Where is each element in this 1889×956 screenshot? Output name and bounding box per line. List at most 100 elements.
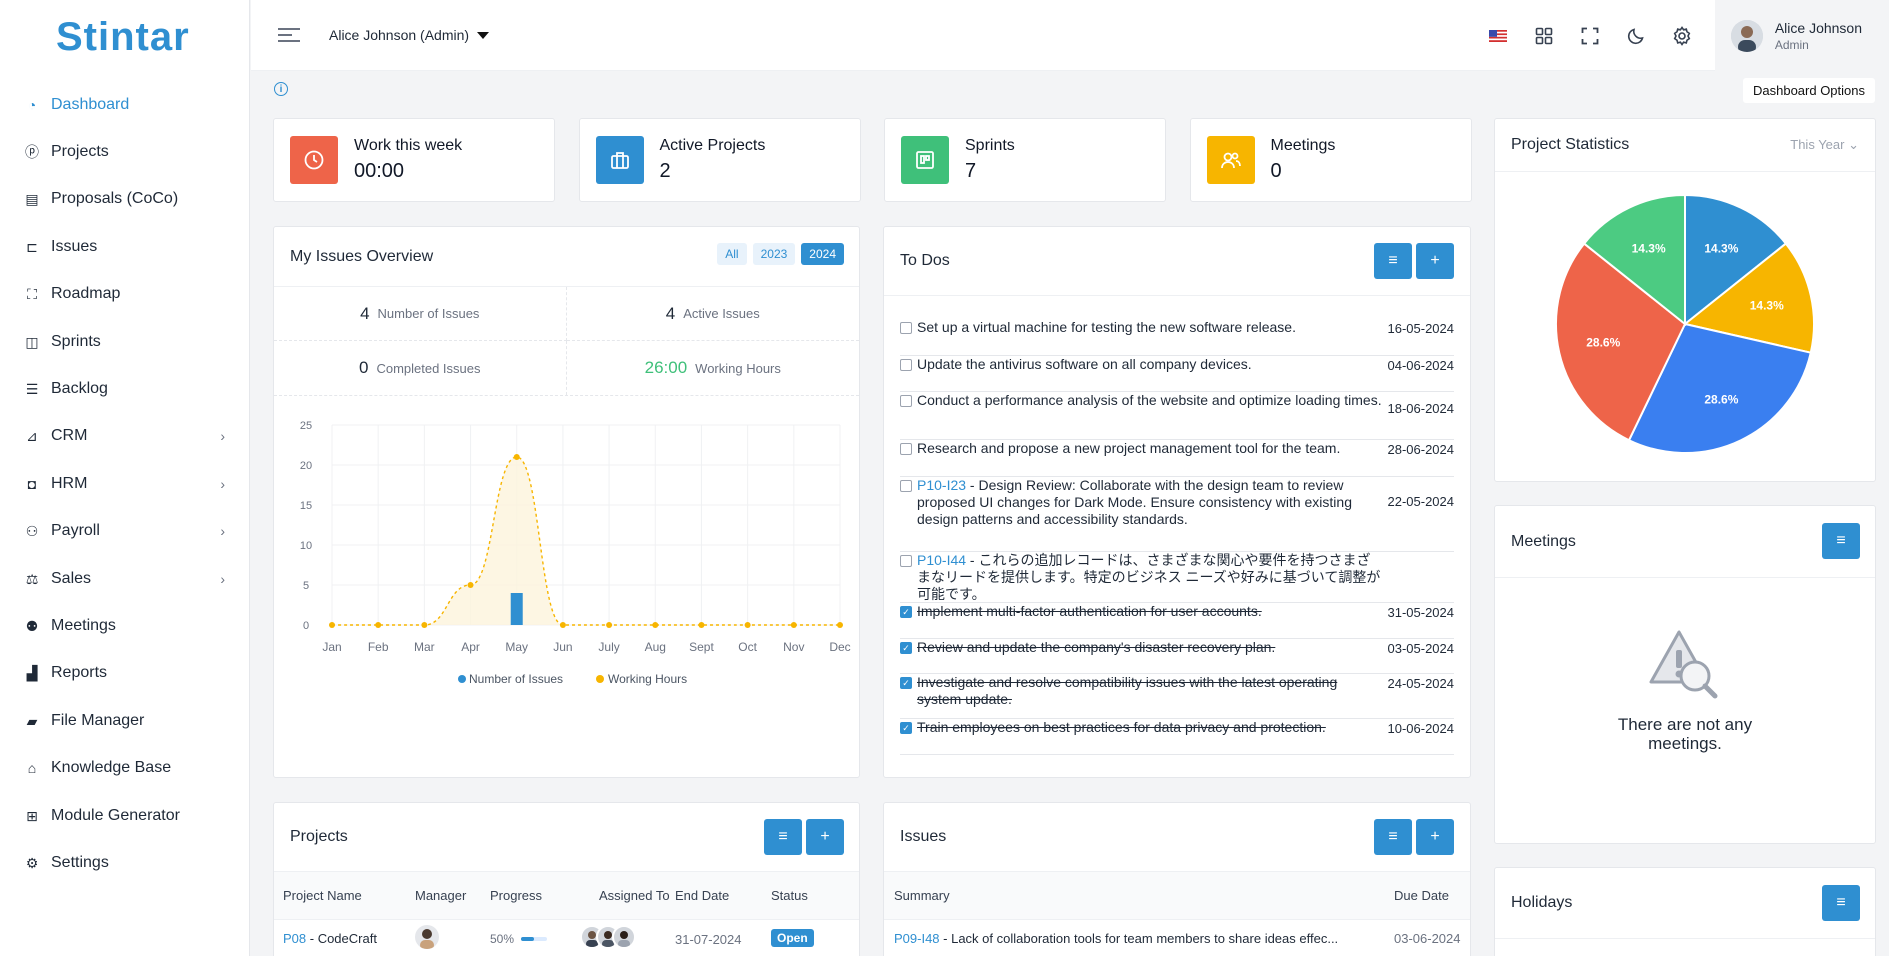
sidebar-item-payroll[interactable]: ⚇ Payroll › — [0, 508, 249, 555]
project-code-link[interactable]: P08 — [283, 931, 306, 946]
dashboard-icon: ◔ — [27, 96, 37, 113]
sidebar-item-settings[interactable]: ⚙ Settings — [0, 839, 249, 886]
year-all-button[interactable]: All — [717, 243, 747, 265]
year-2023-button[interactable]: 2023 — [752, 243, 796, 265]
todo-text: Research and propose a new project manag… — [917, 440, 1341, 456]
settings-gear-icon[interactable] — [1659, 13, 1705, 59]
todos-list-button[interactable]: ≡ — [1374, 243, 1412, 279]
project-pie-chart: 14.3% 14.3% 28.6% 28.6% 14.3% — [1555, 193, 1815, 454]
todo-date: 04-06-2024 — [1387, 358, 1455, 373]
checkbox[interactable] — [900, 359, 912, 371]
issue-code-link[interactable]: P09-I48 — [894, 931, 940, 946]
stat-label: Meetings — [1270, 137, 1336, 154]
issues-chart: 0 5 10 15 20 25 Jan Feb Mar Apr May Jun July Aug Sept O… — [300, 420, 851, 686]
todo-item[interactable]: Conduct a performance analysis of the we… — [900, 392, 1454, 440]
role-switcher[interactable]: Alice Johnson (Admin) — [329, 27, 490, 43]
checked-checkbox[interactable]: ✓ — [900, 722, 912, 734]
issues-add-button[interactable]: + — [1416, 819, 1454, 855]
todo-item[interactable]: ✓ Train employees on best practices for d… — [900, 719, 1454, 755]
projects-list-button[interactable]: ≡ — [764, 819, 802, 855]
working-hours-point — [513, 454, 520, 460]
sidebar-item-projects[interactable]: ⓟ Projects — [0, 128, 249, 175]
dark-mode-moon-icon[interactable] — [1613, 13, 1659, 59]
app-logo[interactable]: Stintar — [0, 0, 249, 75]
todo-item[interactable]: ✓ Review and update the company's disaste… — [900, 639, 1454, 674]
todo-item[interactable]: Update the antivirus software on all com… — [900, 356, 1454, 392]
checked-checkbox[interactable]: ✓ — [900, 642, 912, 654]
checked-checkbox[interactable]: ✓ — [900, 677, 912, 689]
stat-card-work-this-week[interactable]: Work this week 00:00 — [273, 118, 555, 202]
end-date: 31-07-2024 — [675, 932, 742, 947]
checkbox[interactable] — [900, 443, 912, 455]
projects-add-button[interactable]: + — [806, 819, 844, 855]
issue-code-link[interactable]: P10-I44 — [917, 552, 966, 568]
sidebar-item-label: File Manager — [51, 711, 145, 729]
todo-item[interactable]: ✓ Implement multi-factor authentication f… — [900, 603, 1454, 639]
todos-add-button[interactable]: + — [1416, 243, 1454, 279]
sidebar-item-file-manager[interactable]: ▰ File Manager — [0, 697, 249, 744]
chevron-down-icon: ⌄ — [1848, 137, 1859, 152]
todo-description: - これらの追加レコードは、さまざまな関心や要件を持つさまざまなリードを提供しま… — [917, 552, 1381, 602]
year-2024-button[interactable]: 2024 — [801, 243, 844, 265]
legend-issues-label: Number of Issues — [469, 672, 563, 686]
project-statistics-card: Project Statistics This Year ⌄ 14.3% 14.3… — [1494, 118, 1876, 482]
checkbox[interactable] — [900, 555, 912, 567]
checked-checkbox[interactable]: ✓ — [900, 606, 912, 618]
list-icon: ≡ — [1388, 828, 1398, 845]
sidebar-item-hrm[interactable]: ◘ HRM › — [0, 460, 249, 507]
sidebar-item-sprints[interactable]: ◫ Sprints — [0, 318, 249, 365]
sidebar-item-issues[interactable]: ⊏ Issues — [0, 223, 249, 270]
sidebar-item-reports[interactable]: ▟ Reports — [0, 650, 249, 697]
sidebar-item-backlog[interactable]: ☰ Backlog — [0, 365, 249, 412]
todo-item[interactable]: P10-I23 - Design Review: Collaborate wit… — [900, 477, 1454, 552]
chevron-right-icon: › — [220, 475, 225, 492]
menu-toggle-icon[interactable] — [278, 24, 300, 46]
kanban-icon — [901, 136, 949, 184]
info-icon[interactable]: i — [274, 82, 288, 96]
us-flag-icon[interactable] — [1475, 13, 1521, 59]
user-name: Alice Johnson — [1774, 19, 1862, 36]
todo-item[interactable]: ✓ Investigate and resolve compatibility i… — [900, 674, 1454, 719]
sidebar-item-crm[interactable]: ⊿ CRM › — [0, 413, 249, 460]
briefcase-icon — [595, 136, 644, 184]
period-filter[interactable]: This Year ⌄ — [1790, 137, 1859, 153]
stat-card-sprints[interactable]: Sprints 7 — [884, 118, 1166, 202]
plus-icon: + — [1430, 828, 1440, 845]
sidebar-item-module-generator[interactable]: ⊞ Module Generator — [0, 792, 249, 839]
todo-item[interactable]: P10-I44 - これらの追加レコードは、さまざまな関心や要件を持つさまざまな… — [900, 552, 1454, 603]
issue-code-link[interactable]: P10-I23 — [917, 477, 966, 493]
dashboard-options-tooltip[interactable]: Dashboard Options — [1742, 78, 1875, 103]
user-role: Admin — [1774, 37, 1809, 52]
issues-list-button[interactable]: ≡ — [1374, 819, 1412, 855]
stat-card-meetings[interactable]: Meetings 0 — [1189, 118, 1472, 202]
table-row[interactable]: P08 - CodeCraft 50% 31-07-2024 Open — [274, 920, 859, 956]
checkbox[interactable] — [900, 395, 912, 407]
sidebar-item-proposals-coco[interactable]: ▤ Proposals (CoCo) — [0, 176, 249, 223]
apps-grid-icon[interactable] — [1521, 13, 1567, 59]
working-hours-label: Working Hours — [695, 360, 781, 376]
sidebar-item-sales[interactable]: ⚖ Sales › — [0, 555, 249, 602]
todo-item[interactable]: Set up a virtual machine for testing the… — [900, 319, 1454, 356]
working-hours-point — [559, 622, 566, 628]
table-row[interactable]: P09-I48 - Lack of collaboration tools fo… — [884, 920, 1470, 956]
checkbox[interactable] — [900, 322, 912, 334]
x-tick-label: Jan — [322, 640, 341, 654]
col-summary: Summary — [894, 888, 950, 903]
stat-label: Sprints — [965, 137, 1015, 154]
col-manager: Manager — [415, 888, 467, 903]
todo-item[interactable]: Research and propose a new project manag… — [900, 440, 1454, 477]
meetings-list-button[interactable]: ≡ — [1822, 523, 1860, 559]
user-menu[interactable]: Alice Johnson Admin — [1714, 0, 1889, 71]
fullscreen-icon[interactable] — [1567, 13, 1613, 59]
sidebar-item-roadmap[interactable]: ⛶ Roadmap — [0, 271, 249, 318]
sidebar-item-knowledge-base[interactable]: ⌂ Knowledge Base — [0, 744, 249, 791]
sidebar-item-dashboard[interactable]: ◔ Dashboard — [0, 81, 249, 128]
project-name-cell: P08 - CodeCraft — [283, 931, 377, 946]
year-filter: All 2023 2024 — [711, 243, 844, 265]
sidebar-item-meetings[interactable]: ⚉ Meetings — [0, 602, 249, 649]
todo-text: Review and update the company's disaster… — [917, 639, 1276, 655]
stat-card-active-projects[interactable]: Active Projects 2 — [578, 118, 861, 202]
holidays-list-button[interactable]: ≡ — [1822, 885, 1860, 921]
checkbox[interactable] — [900, 480, 912, 492]
list-icon: ≡ — [1388, 252, 1398, 269]
